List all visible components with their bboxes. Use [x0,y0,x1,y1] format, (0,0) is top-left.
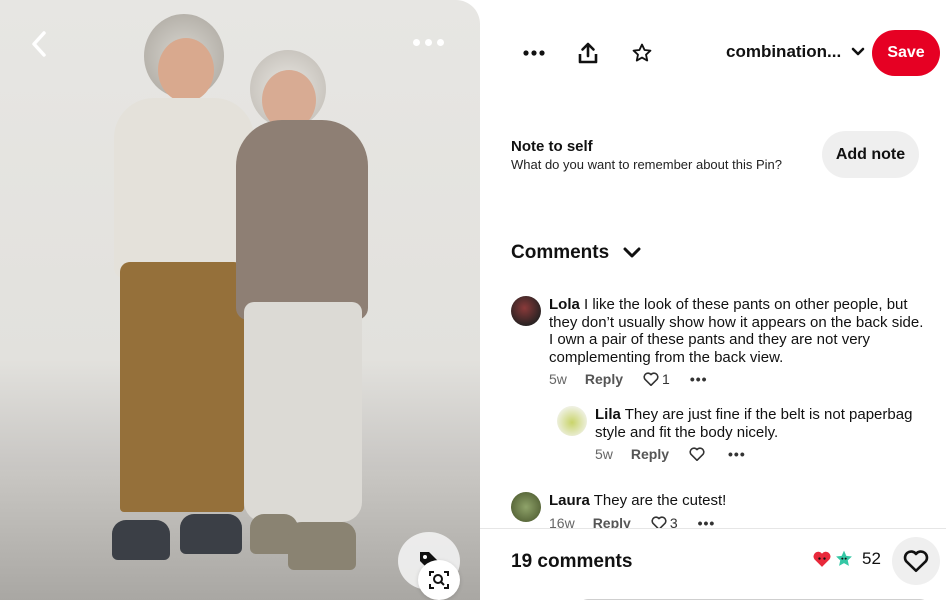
avatar[interactable] [557,406,587,436]
heart-outline-icon [903,550,929,573]
comment-more-icon[interactable]: ••• [690,371,708,387]
comment-author[interactable]: Laura [549,492,590,509]
board-name: combination... [726,42,842,61]
avatar[interactable] [511,492,541,522]
comment-count: 19 comments [511,551,633,572]
avatar[interactable] [511,296,541,326]
comment-reply-item: Lila They are just fine if the belt is n… [557,406,931,463]
note-title: Note to self [511,138,593,155]
save-button[interactable]: Save [872,30,940,76]
pin-toolbar: combination... Save [480,28,946,78]
star-face-reaction-icon [836,550,852,566]
visual-search-button[interactable] [418,560,460,600]
image-more-options-icon[interactable] [408,32,448,52]
pin-detail-panel: combination... Save Note to self What do… [480,0,946,600]
comment-author[interactable]: Lola [549,296,580,313]
comment-like-button[interactable]: 1 [643,371,670,387]
chevron-down-icon [623,247,641,258]
star-icon[interactable] [627,38,657,68]
share-icon[interactable] [573,38,603,68]
reply-button[interactable]: Reply [585,371,623,387]
reaction-summary[interactable]: 52 [812,549,881,569]
comment-age: 5w [549,371,567,387]
comments-title: Comments [511,242,610,263]
comment-like-button[interactable] [689,447,708,461]
photo-person-right [236,40,376,580]
comment-age: 5w [595,446,613,462]
more-options-icon[interactable] [519,38,549,68]
chevron-down-icon [851,47,865,56]
comment-text: They are just fine if the belt is not pa… [595,406,913,441]
reaction-count: 52 [862,549,881,568]
comment-text: I like the look of these pants on other … [549,296,924,366]
comment-item: Laura They are the cutest! 16w Reply 3 •… [511,492,931,532]
comment-text: They are the cutest! [593,492,727,509]
lens-search-icon [429,571,449,589]
comment-author[interactable]: Lila [595,406,621,423]
comments-footer: 19 comments 52 [480,528,946,600]
heart-outline-icon [689,447,705,461]
reply-button[interactable]: Reply [631,446,669,462]
like-count: 1 [662,371,670,387]
heart-outline-icon [643,372,659,386]
comment-more-icon[interactable]: ••• [728,446,746,462]
react-button[interactable] [892,537,940,585]
pin-image[interactable] [0,0,480,600]
back-arrow-icon[interactable] [26,28,54,60]
board-selector[interactable]: combination... [726,42,865,62]
comment-item: Lola I like the look of these pants on o… [511,296,931,388]
note-to-self: Note to self What do you want to remembe… [511,138,782,172]
add-note-button[interactable]: Add note [822,131,919,178]
comments-toggle[interactable]: Comments [511,242,641,264]
heart-eyes-reaction-icon [813,551,831,567]
note-subtitle: What do you want to remember about this … [511,157,782,172]
